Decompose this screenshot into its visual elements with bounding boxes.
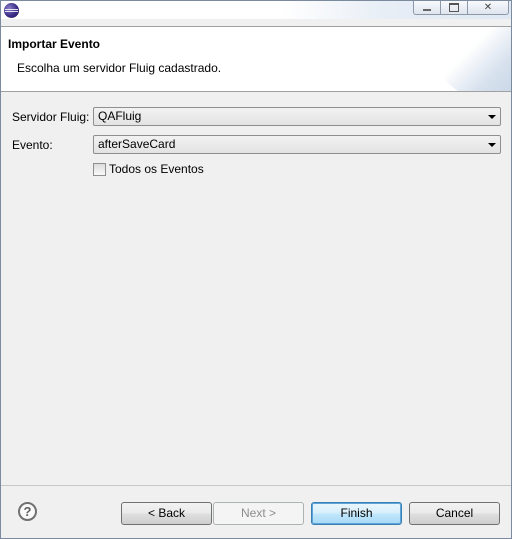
server-label: Servidor Fluig: — [12, 110, 90, 124]
banner-decoration — [431, 27, 511, 91]
server-select-value: QAFluig — [98, 109, 142, 123]
minimize-icon — [423, 9, 431, 11]
cancel-button[interactable]: Cancel — [409, 502, 500, 525]
title-bar: ✕ — [1, 1, 511, 19]
page-description: Escolha um servidor Fluig cadastrado. — [17, 61, 222, 75]
all-events-checkbox[interactable] — [93, 163, 106, 176]
event-select[interactable]: afterSaveCard — [93, 135, 501, 154]
maximize-button[interactable] — [441, 1, 468, 15]
maximize-icon — [449, 3, 459, 12]
server-select[interactable]: QAFluig — [93, 107, 501, 126]
page-title: Importar Evento — [8, 37, 101, 51]
back-button[interactable]: < Back — [121, 502, 212, 525]
wizard-banner: Importar Evento Escolha um servidor Flui… — [1, 27, 511, 92]
event-select-value: afterSaveCard — [98, 137, 176, 151]
close-icon: ✕ — [483, 1, 493, 13]
footer-divider — [1, 485, 511, 486]
all-events-label[interactable]: Todos os Eventos — [109, 162, 204, 176]
event-label: Evento: — [12, 138, 53, 152]
help-icon[interactable]: ? — [18, 502, 37, 521]
finish-button[interactable]: Finish — [311, 502, 402, 525]
chevron-down-icon — [488, 115, 496, 119]
window-controls: ✕ — [413, 1, 509, 15]
close-button[interactable]: ✕ — [468, 1, 509, 15]
eclipse-icon — [4, 3, 19, 18]
import-event-dialog: ✕ Importar Evento Escolha um servidor Fl… — [0, 0, 512, 539]
chevron-down-icon — [488, 143, 496, 147]
minimize-button[interactable] — [413, 1, 441, 15]
next-button[interactable]: Next > — [213, 502, 304, 525]
